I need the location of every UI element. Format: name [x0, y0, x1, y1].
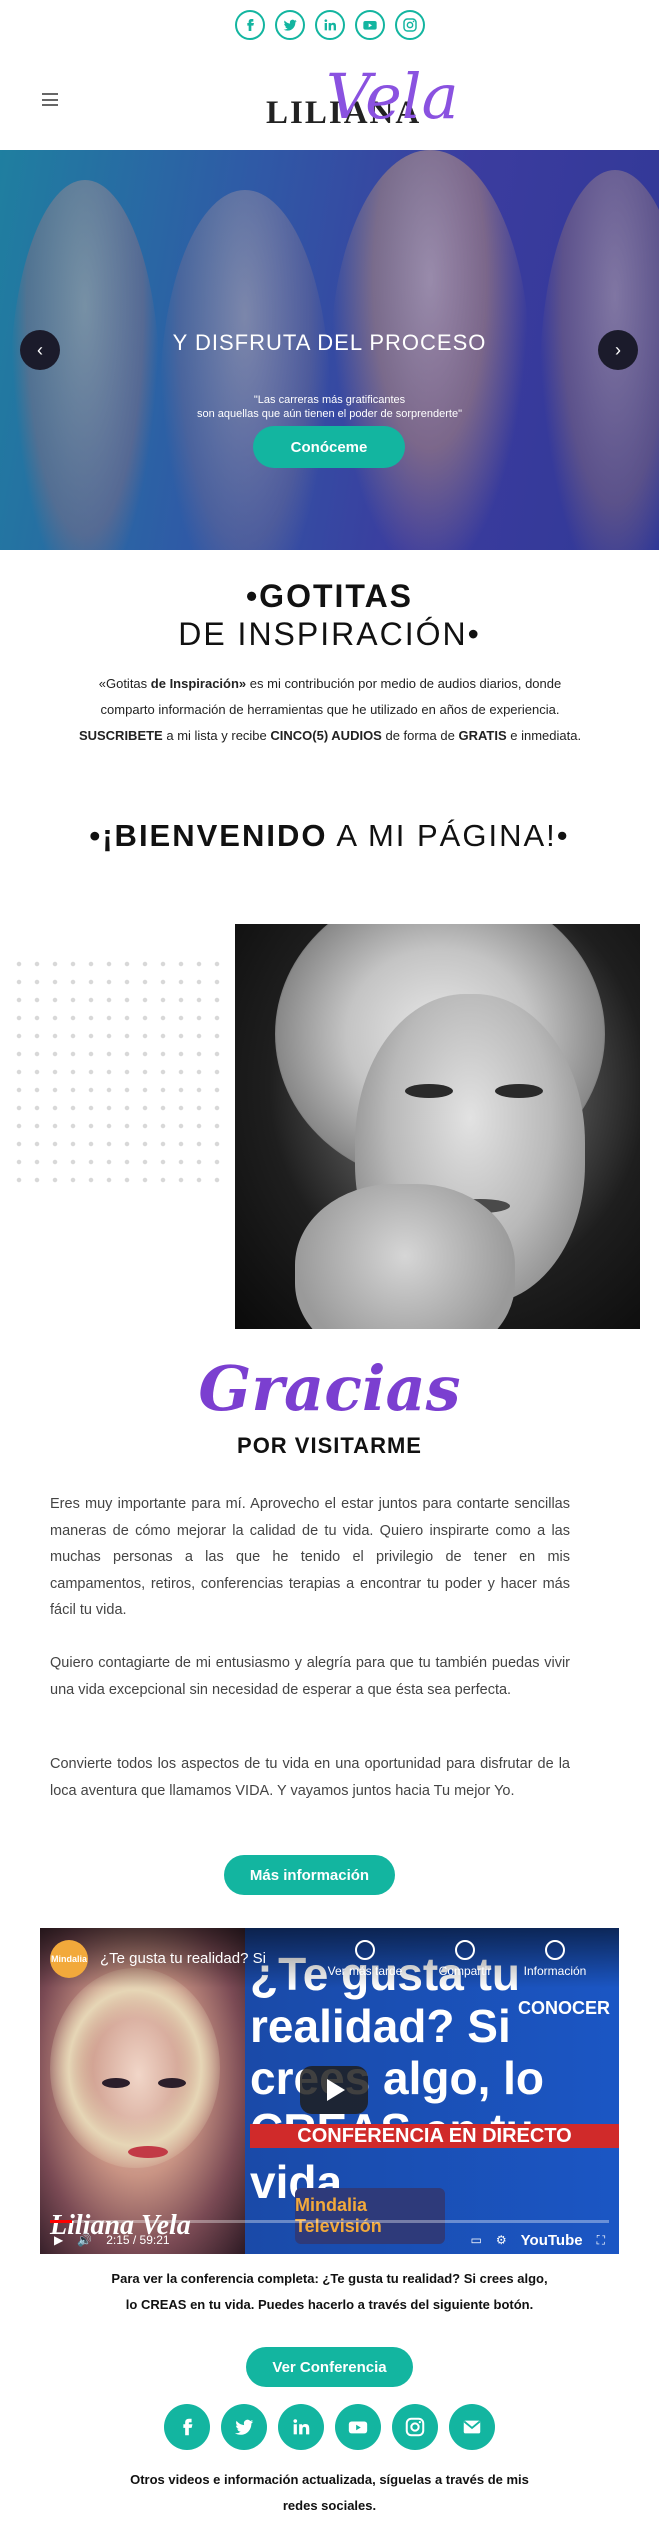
intro-paragraph: Convierte todos los aspectos de tu vida … — [50, 1756, 570, 1799]
hero-quote: "Las carreras más gratificantes son aque… — [0, 393, 659, 421]
text-span: de forma de — [381, 728, 459, 743]
video-thumbnail-eye — [158, 2078, 186, 2088]
gotitas-description: «Gotitas de Inspiración» es mi contribuc… — [40, 671, 620, 749]
text-bold: GRATIS — [458, 728, 507, 743]
gotitas-line-1: «Gotitas de Inspiración» es mi contribuc… — [40, 671, 620, 697]
text-span: a mi lista y recibe — [162, 728, 271, 743]
watch-later-button[interactable]: Ver más tarde — [320, 1940, 410, 1978]
video-time: 2:15 / 59:21 — [106, 2233, 170, 2247]
top-social-bar — [0, 10, 659, 40]
video-progress-fill — [50, 2220, 73, 2223]
site-header: LILIANA Vela — [0, 50, 659, 150]
video-conference-band: CONFERENCIA EN DIRECTO — [250, 2124, 619, 2148]
conference-note-line: Para ver la conferencia completa: ¿Te gu… — [111, 2271, 548, 2286]
captions-icon[interactable]: ▭ — [471, 2233, 482, 2247]
hero-slider: Y DISFRUTA DEL PROCESO "Las carreras más… — [0, 150, 659, 550]
fullscreen-icon[interactable]: ⛶ — [597, 2233, 605, 2248]
slider-prev-icon[interactable]: ‹ — [20, 330, 60, 370]
video-conocer-text: CONOCER — [518, 1998, 611, 2018]
clock-icon — [355, 1940, 375, 1960]
gotitas-line-3: SUSCRIBETE a mi lista y recibe CINCO(5) … — [40, 723, 620, 749]
instagram-icon[interactable] — [392, 2404, 438, 2450]
play-control-icon[interactable]: ▶ — [54, 2233, 63, 2247]
twitter-icon[interactable] — [221, 2404, 267, 2450]
video-thumbnail-hair — [50, 1968, 220, 2168]
footer-note-line: redes sociales. — [282, 2498, 377, 2513]
welcome-rest: A MI PÁGINA!• — [327, 818, 570, 853]
linkedin-icon[interactable] — [278, 2404, 324, 2450]
text-bold: de Inspiración» — [150, 676, 247, 691]
bottom-social-bar — [0, 2404, 659, 2450]
youtube-icon[interactable] — [354, 10, 385, 40]
welcome-heading: •¡BIENVENIDO A MI PÁGINA!• — [0, 818, 659, 854]
share-button[interactable]: Compartir — [420, 1940, 510, 1978]
conference-note: Para ver la conferencia completa: ¿Te gu… — [40, 2266, 619, 2318]
hero-image-person — [540, 170, 659, 550]
settings-icon[interactable]: ⚙ — [496, 2233, 507, 2247]
logo-text-vela: Vela — [326, 60, 459, 133]
instagram-icon[interactable] — [394, 10, 425, 40]
text-span: es mi contribución por medio de audios d… — [246, 676, 562, 691]
gracias-script-title: Gracias — [198, 1352, 461, 1425]
email-icon[interactable] — [449, 2404, 495, 2450]
hero-quote-line: son aquellas que aún tienen el poder de … — [196, 408, 463, 420]
text-span: «Gotitas — [98, 676, 151, 691]
gotitas-line-2: comparto información de herramientas que… — [100, 702, 560, 717]
volume-icon[interactable]: 🔊 — [77, 2233, 92, 2247]
video-thumbnail-eye — [102, 2078, 130, 2088]
watch-later-label: Ver más tarde — [327, 1964, 403, 1978]
conoceme-button[interactable]: Conóceme — [253, 426, 405, 468]
mas-informacion-button[interactable]: Más información — [224, 1855, 395, 1895]
info-icon — [545, 1940, 565, 1960]
play-icon[interactable] — [300, 2066, 368, 2114]
logo[interactable]: LILIANA Vela — [262, 60, 459, 144]
hero-quote-line: "Las carreras más gratificantes — [253, 394, 406, 406]
intro-paragraph: Eres muy importante para mí. Aprovecho e… — [50, 1496, 570, 1618]
hero-title: Y DISFRUTA DEL PROCESO — [172, 330, 487, 355]
text-span: e inmediata. — [506, 728, 582, 743]
conference-note-line: lo CREAS en tu vida. Puedes hacerlo a tr… — [125, 2297, 534, 2312]
video-controls: ▶ 🔊 2:15 / 59:21 ▭ ⚙ YouTube ⛶ — [40, 2226, 619, 2254]
photo-eye — [495, 1084, 543, 1098]
gotitas-subtitle: DE INSPIRACIÓN• — [178, 616, 481, 652]
share-icon — [455, 1940, 475, 1960]
info-button[interactable]: Información — [510, 1940, 600, 1978]
text-bold: SUSCRIBETE — [78, 728, 163, 743]
portrait-photo — [235, 924, 640, 1329]
youtube-video-player[interactable]: ¿Te gusta tu realidad? Si crees algo, lo… — [40, 1928, 619, 2254]
decorative-dot-grid — [10, 955, 230, 1195]
video-title[interactable]: ¿Te gusta tu realidad? Si — [100, 1950, 266, 1967]
linkedin-icon[interactable] — [314, 10, 345, 40]
photo-eye — [405, 1084, 453, 1098]
youtube-icon[interactable] — [335, 2404, 381, 2450]
menu-icon[interactable] — [42, 93, 58, 106]
slider-next-icon[interactable]: › — [598, 330, 638, 370]
footer-note: Otros videos e información actualizada, … — [40, 2467, 619, 2519]
share-label: Compartir — [438, 1964, 492, 1978]
info-label: Información — [523, 1964, 587, 1978]
channel-avatar[interactable]: Mindalia — [50, 1940, 88, 1978]
footer-note-line: Otros videos e información actualizada, … — [130, 2472, 529, 2487]
welcome-bold: •¡BIENVENIDO — [89, 818, 328, 853]
video-thumbnail-lips — [128, 2146, 168, 2158]
facebook-icon[interactable] — [164, 2404, 210, 2450]
video-progress-bar[interactable] — [50, 2220, 609, 2223]
ver-conferencia-button[interactable]: Ver Conferencia — [246, 2347, 413, 2387]
intro-paragraph: Quiero contagiarte de mi entusiasmo y al… — [50, 1655, 570, 1698]
gotitas-title: •GOTITAS — [245, 578, 414, 614]
youtube-logo[interactable]: YouTube — [521, 2232, 583, 2249]
gracias-subtitle: POR VISITARME — [237, 1433, 422, 1458]
twitter-icon[interactable] — [274, 10, 305, 40]
text-bold: CINCO(5) AUDIOS — [270, 728, 382, 743]
photo-hand — [295, 1184, 515, 1329]
facebook-icon[interactable] — [234, 10, 265, 40]
hero-image-person — [160, 190, 330, 550]
